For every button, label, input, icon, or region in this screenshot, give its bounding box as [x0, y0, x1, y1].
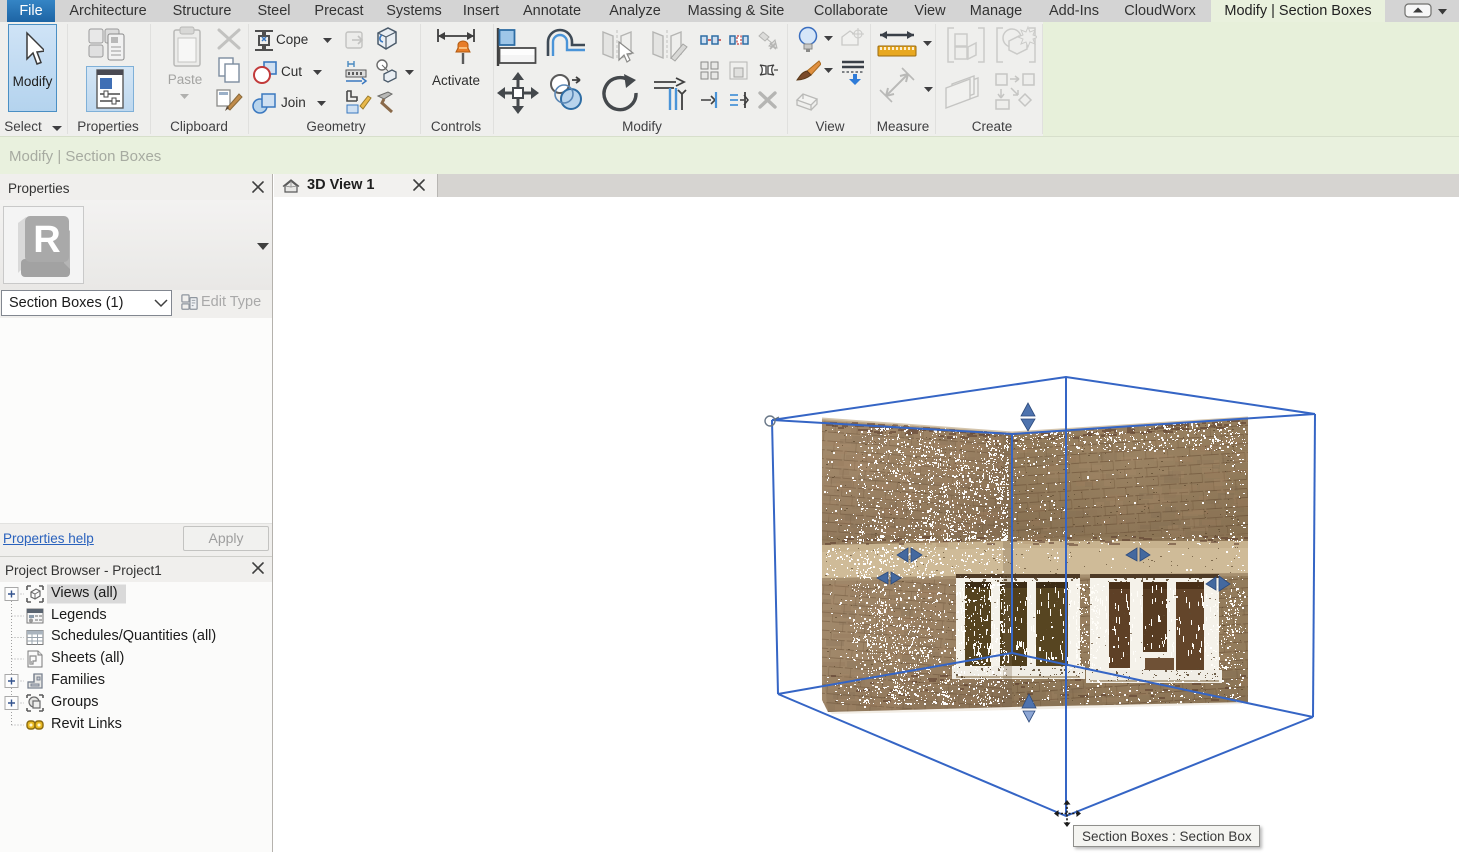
- svg-text:R: R: [33, 219, 60, 261]
